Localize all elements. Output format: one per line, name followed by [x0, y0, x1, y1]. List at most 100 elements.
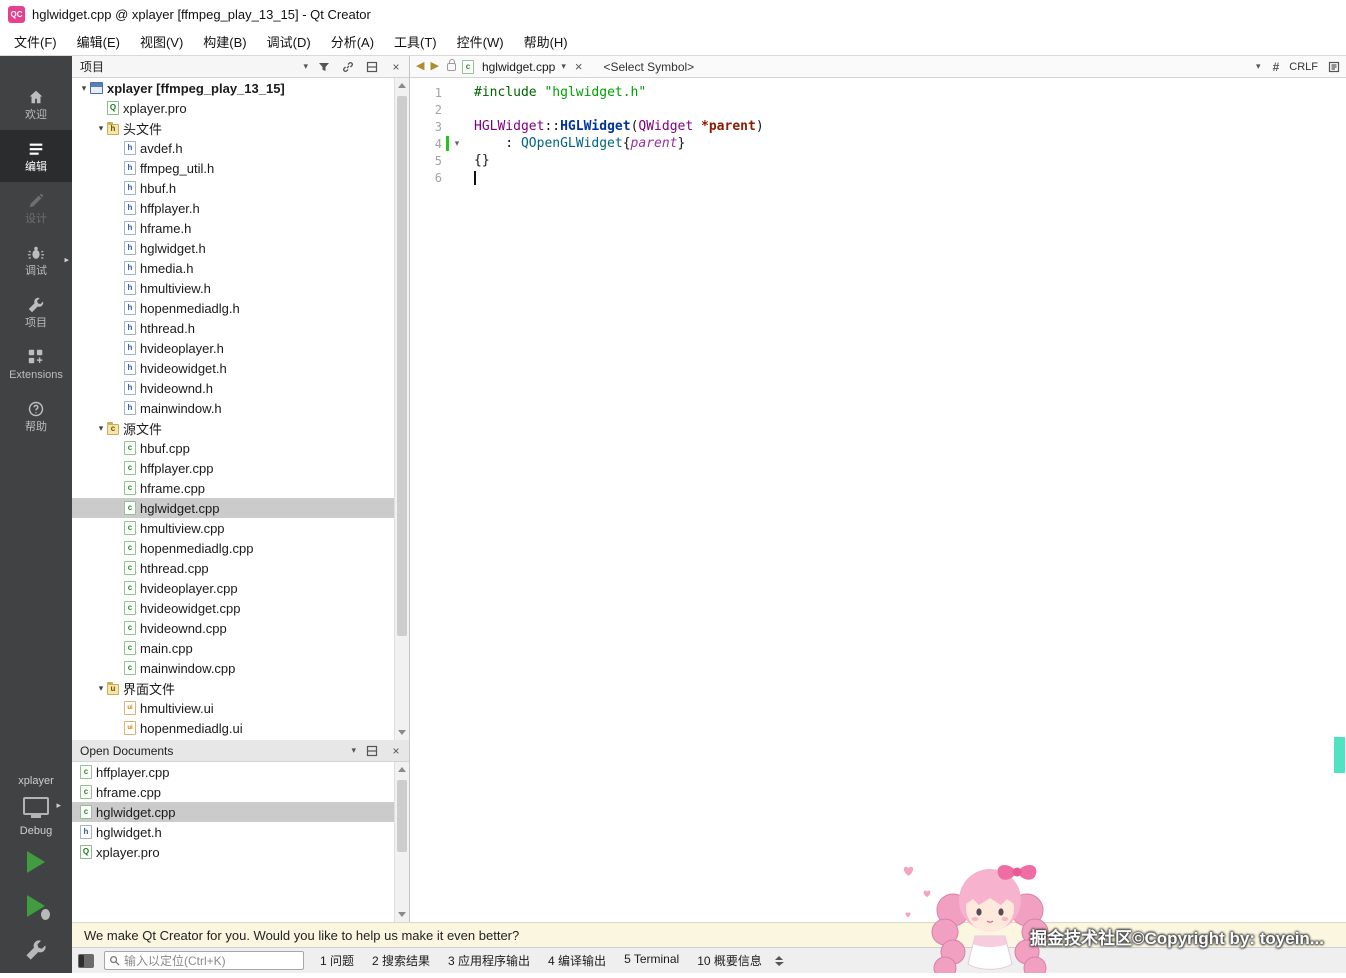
tree-item-hvideowidget-h[interactable]: hvideowidget.h — [72, 358, 394, 378]
mode-item[interactable]: 调试 ▸ — [0, 234, 72, 286]
menu-item-t[interactable]: 工具(T) — [384, 28, 447, 55]
split-icon[interactable] — [364, 743, 380, 759]
scroll-down-icon[interactable] — [398, 912, 406, 917]
document-list-icon[interactable] — [1328, 61, 1340, 73]
line-ending-selector[interactable]: CRLF — [1289, 61, 1318, 73]
run-button[interactable] — [16, 843, 56, 881]
tree-item-hvideownd-h[interactable]: hvideownd.h — [72, 378, 394, 398]
panel-combo-arrow-icon[interactable]: ▾ — [351, 745, 356, 756]
tree-item-hmedia-h[interactable]: hmedia.h — [72, 258, 394, 278]
code-line-6[interactable]: 6 — [410, 169, 1346, 186]
locator-input[interactable] — [124, 953, 299, 968]
tree-item-hframe-cpp[interactable]: hframe.cpp — [72, 478, 394, 498]
tree-item-hffplayer-cpp[interactable]: hffplayer.cpp — [72, 458, 394, 478]
tree-item-hvideownd-cpp[interactable]: hvideownd.cpp — [72, 618, 394, 638]
fold-marker-icon[interactable]: ▾ — [450, 138, 464, 149]
annotate-toggle[interactable]: # — [1273, 60, 1280, 74]
locator[interactable] — [104, 951, 304, 970]
tree-item[interactable]: ▾ 源文件 — [72, 418, 394, 438]
tree-item-xplayer-pro[interactable]: xplayer.pro — [72, 98, 394, 118]
scrollbar-thumb[interactable] — [397, 780, 407, 852]
output-pane-button-4[interactable]: 4 编译输出 — [548, 952, 606, 969]
code-line-1[interactable]: 1 #include "hglwidget.h" — [410, 84, 1346, 101]
tree-item-mainwindow-h[interactable]: mainwindow.h — [72, 398, 394, 418]
pane-arrows-icon[interactable] — [774, 955, 784, 967]
tree-item[interactable]: ▾ 界面文件 — [72, 678, 394, 698]
scroll-up-icon[interactable] — [398, 767, 406, 772]
forward-icon[interactable]: ▶ — [430, 61, 438, 72]
tree-item-hmultiview-h[interactable]: hmultiview.h — [72, 278, 394, 298]
tree-item-ffmpeg-util-h[interactable]: ffmpeg_util.h — [72, 158, 394, 178]
code-editor[interactable]: 1 #include "hglwidget.h" 2 3 HGLWidget::HGLW… — [410, 78, 1346, 922]
expander-icon[interactable]: ▾ — [95, 423, 107, 434]
output-pane-button-3[interactable]: 3 应用程序输出 — [448, 952, 530, 969]
tree-item-hvideoplayer-cpp[interactable]: hvideoplayer.cpp — [72, 578, 394, 598]
tree-item-hffplayer-h[interactable]: hffplayer.h — [72, 198, 394, 218]
mode-item[interactable]: 欢迎 — [0, 78, 72, 130]
menu-item-e[interactable]: 编辑(E) — [67, 28, 130, 55]
mode-item[interactable]: 编辑 — [0, 130, 72, 182]
menu-item-a[interactable]: 分析(A) — [321, 28, 384, 55]
tree-item[interactable]: ▾ 头文件 — [72, 118, 394, 138]
kit-selector[interactable]: ▸ — [23, 793, 61, 819]
back-icon[interactable]: ◀ — [416, 61, 424, 72]
open-document-hframe-cpp[interactable]: hframe.cpp — [72, 782, 394, 802]
tree-item-hmultiview-ui[interactable]: hmultiview.ui — [72, 698, 394, 718]
scroll-annotation-marker[interactable] — [1334, 737, 1345, 773]
code-line-4[interactable]: 4 ▾ : QOpenGLWidget{parent} — [410, 135, 1346, 152]
open-document-xplayer-pro[interactable]: xplayer.pro — [72, 842, 394, 862]
mode-item-extensions[interactable]: Extensions — [0, 338, 72, 390]
filter-icon[interactable] — [316, 59, 332, 75]
tree-item-xplayer-ffmpeg-play-13-15[interactable]: ▾ xplayer [ffmpeg_play_13_15] — [72, 78, 394, 98]
tree-item-hthread-cpp[interactable]: hthread.cpp — [72, 558, 394, 578]
tree-item-hframe-h[interactable]: hframe.h — [72, 218, 394, 238]
open-document-hglwidget-cpp[interactable]: hglwidget.cpp — [72, 802, 394, 822]
scrollbar-thumb[interactable] — [397, 96, 407, 636]
open-documents-scrollbar[interactable] — [394, 762, 409, 922]
mode-item[interactable]: 设计 — [0, 182, 72, 234]
code-line-2[interactable]: 2 — [410, 101, 1346, 118]
sidebar-toggle-icon[interactable] — [78, 953, 94, 968]
mode-item[interactable]: 帮助 — [0, 390, 72, 442]
scroll-up-icon[interactable] — [398, 83, 406, 88]
close-file-icon[interactable]: × — [572, 59, 586, 74]
tree-item-hopenmediadlg-ui[interactable]: hopenmediadlg.ui — [72, 718, 394, 738]
tree-item-hvideoplayer-h[interactable]: hvideoplayer.h — [72, 338, 394, 358]
tree-item-avdef-h[interactable]: avdef.h — [72, 138, 394, 158]
tree-scrollbar[interactable] — [394, 78, 409, 740]
mode-item[interactable]: 项目 — [0, 286, 72, 338]
tree-item-hopenmediadlg-cpp[interactable]: hopenmediadlg.cpp — [72, 538, 394, 558]
open-document-hglwidget-h[interactable]: hglwidget.h — [72, 822, 394, 842]
current-file-name[interactable]: hglwidget.cpp — [482, 60, 555, 74]
tree-item-main-cpp[interactable]: main.cpp — [72, 638, 394, 658]
menu-item-d[interactable]: 调试(D) — [257, 28, 321, 55]
tree-item-mainwindow-cpp[interactable]: mainwindow.cpp — [72, 658, 394, 678]
output-pane-button-1[interactable]: 1 问题 — [320, 952, 354, 969]
panel-combo-arrow-icon[interactable]: ▾ — [303, 61, 308, 72]
tree-item-hmultiview-cpp[interactable]: hmultiview.cpp — [72, 518, 394, 538]
menu-item-f[interactable]: 文件(F) — [4, 28, 67, 55]
tree-item-hglwidget-h[interactable]: hglwidget.h — [72, 238, 394, 258]
tree-item-hthread-h[interactable]: hthread.h — [72, 318, 394, 338]
expander-icon[interactable]: ▾ — [78, 83, 90, 94]
lock-icon[interactable] — [446, 58, 456, 71]
menu-item-h[interactable]: 帮助(H) — [514, 28, 578, 55]
output-pane-button-5-terminal[interactable]: 5 Terminal — [624, 952, 679, 969]
tree-item-hbuf-h[interactable]: hbuf.h — [72, 178, 394, 198]
split-icon[interactable] — [364, 59, 380, 75]
expander-icon[interactable]: ▾ — [95, 123, 107, 134]
symbol-selector[interactable]: <Select Symbol> ▾ — [591, 60, 1266, 74]
sync-icon[interactable] — [340, 59, 356, 75]
open-document-hffplayer-cpp[interactable]: hffplayer.cpp — [72, 762, 394, 782]
menu-item-v[interactable]: 视图(V) — [130, 28, 193, 55]
output-pane-button-2[interactable]: 2 搜索结果 — [372, 952, 430, 969]
menu-item-b[interactable]: 构建(B) — [193, 28, 256, 55]
tree-item-hglwidget-cpp[interactable]: hglwidget.cpp — [72, 498, 394, 518]
close-panel-icon[interactable]: × — [388, 743, 404, 759]
tree-item-hvideowidget-cpp[interactable]: hvideowidget.cpp — [72, 598, 394, 618]
tree-item-hbuf-cpp[interactable]: hbuf.cpp — [72, 438, 394, 458]
code-line-3[interactable]: 3 HGLWidget::HGLWidget(QWidget *parent) — [410, 118, 1346, 135]
chevron-down-icon[interactable]: ▾ — [561, 61, 566, 72]
build-button[interactable] — [16, 931, 56, 969]
menu-item-w[interactable]: 控件(W) — [447, 28, 514, 55]
